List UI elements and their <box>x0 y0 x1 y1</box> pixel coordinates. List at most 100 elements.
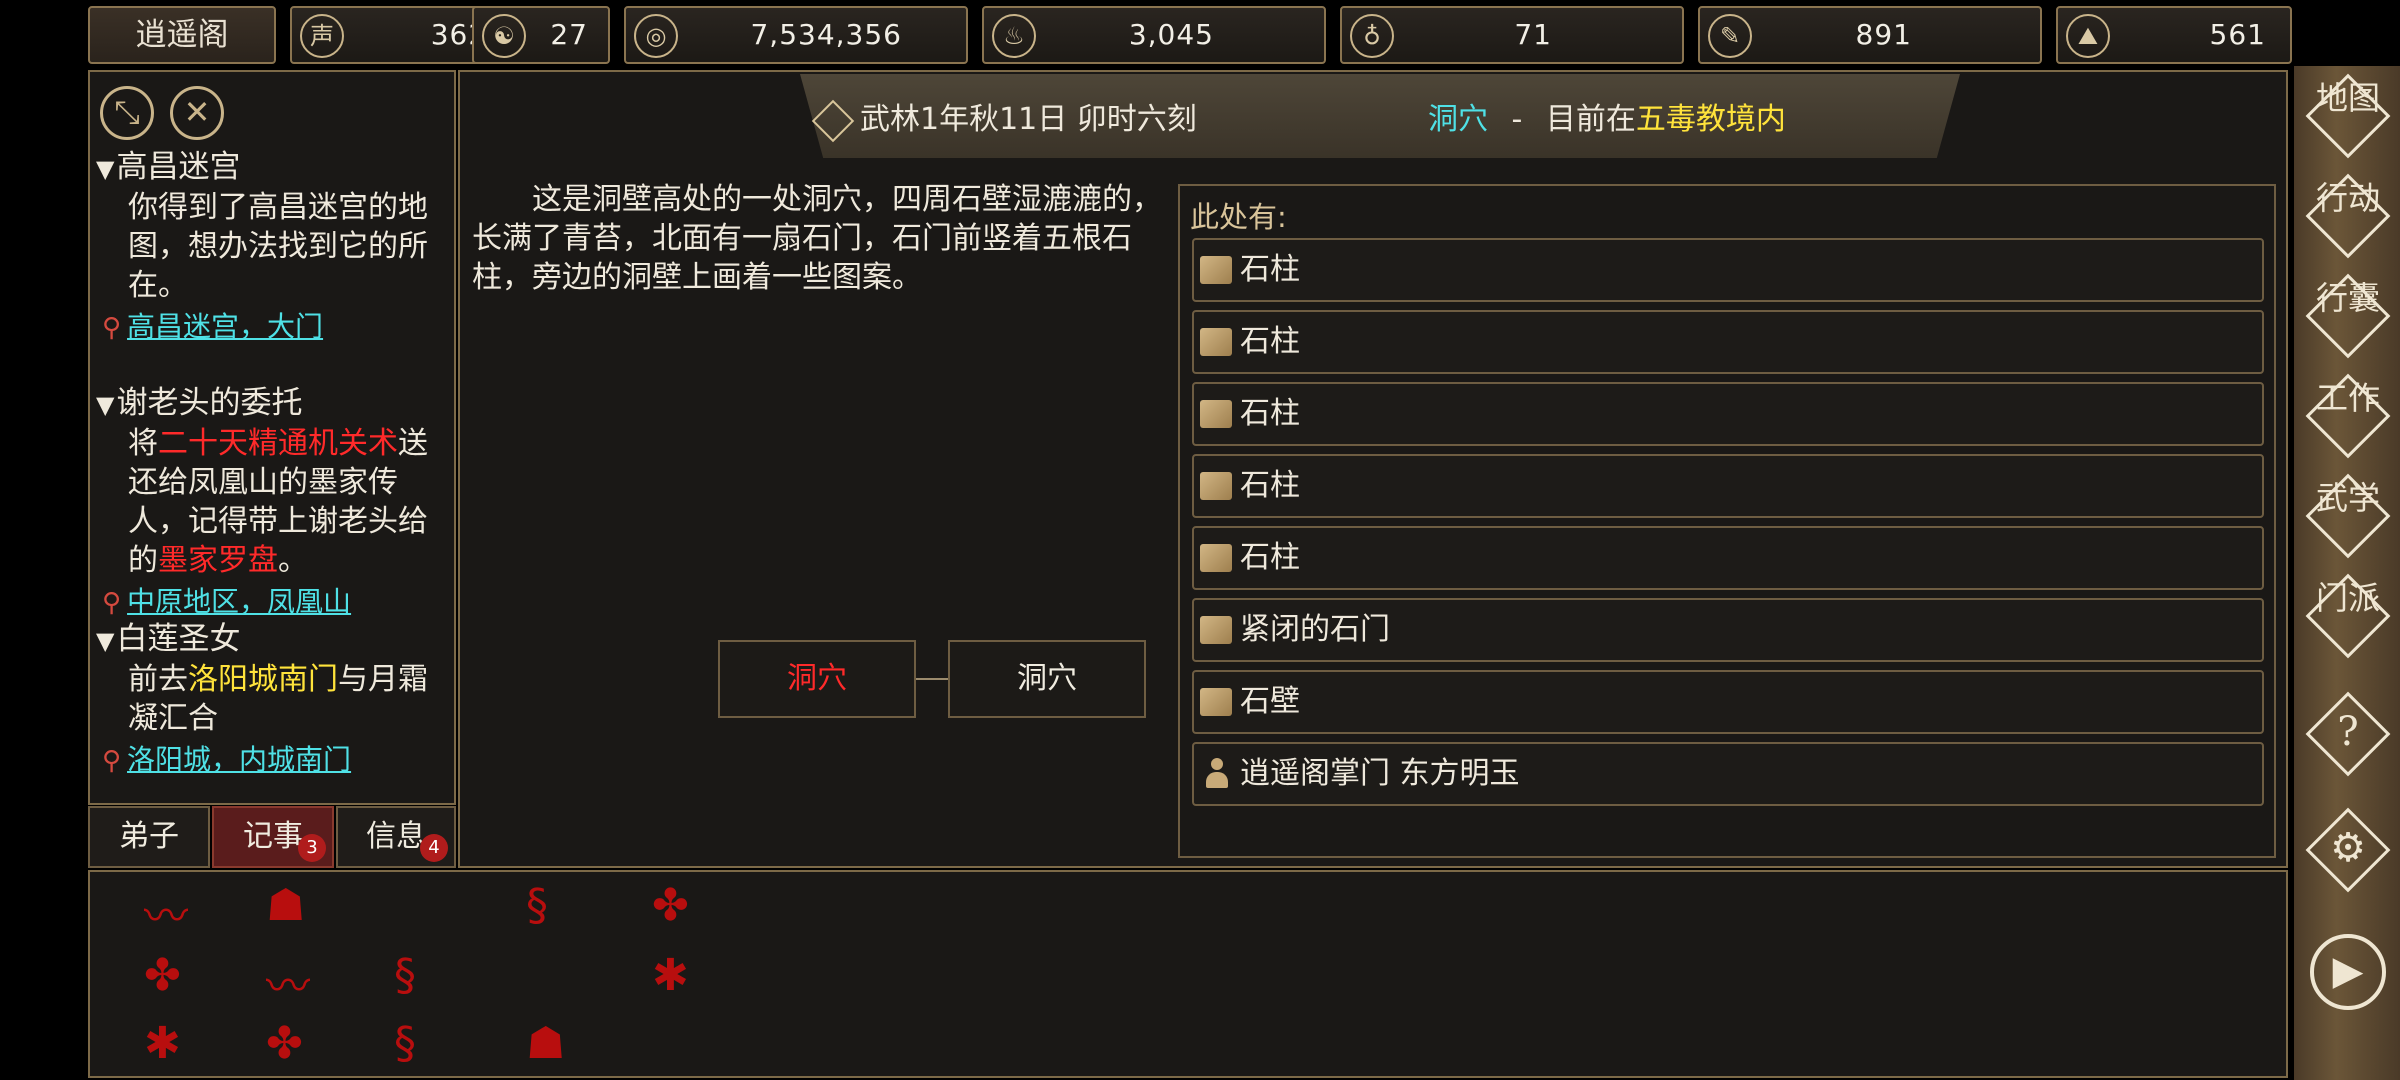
calendar-diamond-icon <box>811 99 855 142</box>
quest-location-link[interactable]: 高昌迷宫，大门 <box>127 310 323 343</box>
box-icon <box>1200 472 1232 500</box>
object-item[interactable]: 石壁 <box>1192 670 2264 734</box>
collapse-button[interactable]: ⤡ <box>100 86 154 140</box>
help-icon: ? <box>2337 709 2359 755</box>
box-icon <box>1200 328 1232 356</box>
quest-panel: ⤡ ✕ ▼高昌迷宫 你得到了高昌迷宫的地图，想办法找到它的所在。 ⚲ 高昌迷宫，大… <box>88 70 456 805</box>
toad-icon[interactable]: ☗ <box>266 880 305 931</box>
date-display: 武林1年秋11日 卯时六刻 <box>811 94 1197 142</box>
settings-button[interactable]: ⚙ <box>2305 807 2391 893</box>
snake-icon[interactable]: § <box>394 1018 416 1069</box>
menu-map-button[interactable]: 地图 <box>2305 73 2391 159</box>
person-icon <box>1206 758 1228 790</box>
scorpion-icon[interactable]: ✤ <box>144 950 181 1001</box>
menu-action-button[interactable]: 行动 <box>2305 173 2391 259</box>
box-icon <box>1200 688 1232 716</box>
box-icon <box>1200 400 1232 428</box>
reputation-icon: 声 <box>300 14 344 58</box>
menu-martial-arts-button[interactable]: 武学 <box>2305 473 2391 559</box>
journal-count-badge: 3 <box>298 834 326 862</box>
scorpion-icon[interactable]: ✤ <box>652 880 689 931</box>
close-icon: ✕ <box>183 93 211 131</box>
right-menu: 地图 行动 行囊 工作 武学 门派 ? ⚙ ▶ <box>2294 66 2400 1080</box>
resource-materials[interactable]: ✎ 891 <box>1698 6 2042 64</box>
sect-name-button[interactable]: 逍遥阁 <box>88 6 276 64</box>
map-node-current[interactable]: 洞穴 <box>718 640 916 718</box>
food-value: 3,045 <box>1128 18 1214 51</box>
quest-description: 前去洛阳城南门与月霜凝汇合 <box>128 662 428 736</box>
object-item[interactable]: 石柱 <box>1192 382 2264 446</box>
quest-title[interactable]: ▼高昌迷宫 <box>96 148 452 188</box>
expand-triangle-icon: ▼ <box>96 155 115 183</box>
quest-location[interactable]: ⚲ 洛阳城，内城南门 <box>96 738 452 783</box>
yin-yang-icon: ☯ <box>482 14 526 58</box>
quest-location[interactable]: ⚲ 高昌迷宫，大门 <box>96 305 452 350</box>
current-place: 洞穴 <box>1428 102 1488 137</box>
scorpion-icon[interactable]: ✤ <box>266 1018 303 1069</box>
quest-location-link[interactable]: 中原地区，凤凰山 <box>127 585 351 618</box>
yin-yang-value: 27 <box>550 18 588 51</box>
close-button[interactable]: ✕ <box>170 86 224 140</box>
tab-disciples[interactable]: 弟子 <box>88 806 210 868</box>
quest-item: ▼白莲圣女 前去洛阳城南门与月霜凝汇合 ⚲ 洛阳城，内城南门 <box>96 620 452 783</box>
quest-location-link[interactable]: 洛阳城，内城南门 <box>127 743 351 776</box>
collapse-arrows-icon: ⤡ <box>114 93 140 131</box>
scroll-icon: ✎ <box>1708 14 1752 58</box>
resource-food[interactable]: ♨ 3,045 <box>982 6 1326 64</box>
centipede-icon[interactable]: 〰 <box>266 950 310 1014</box>
centipede-icon[interactable]: 〰 <box>144 880 188 944</box>
play-icon: ▶ <box>2332 948 2364 994</box>
quest-description: 你得到了高昌迷宫的地图，想办法找到它的所在。 <box>128 190 428 303</box>
object-item[interactable]: 石柱 <box>1192 526 2264 590</box>
medicine-value: 71 <box>1514 18 1552 51</box>
resource-money[interactable]: ◎ 7,534,356 <box>624 6 968 64</box>
coin-icon: ◎ <box>634 14 678 58</box>
quest-description: 将二十天精通机关术送还给凤凰山的墨家传人，记得带上谢老头给的墨家罗盘。 <box>128 426 428 578</box>
snake-icon[interactable]: § <box>526 880 548 931</box>
toad-icon[interactable]: ☗ <box>526 1018 565 1069</box>
resource-medicine[interactable]: ♁ 71 <box>1340 6 1684 64</box>
objects-heading: 此处有: <box>1190 200 1287 234</box>
quest-location[interactable]: ⚲ 中原地区，凤凰山 <box>96 580 452 625</box>
location-display: 洞穴 - 目前在五毒教境内 <box>1428 94 1786 138</box>
materials-value: 891 <box>1855 18 1912 51</box>
gear-icon: ⚙ <box>2330 825 2366 871</box>
map-node[interactable]: 洞穴 <box>948 640 1146 718</box>
play-button[interactable]: ▶ <box>2310 934 2386 1010</box>
current-region: 五毒教境内 <box>1635 102 1786 137</box>
tab-journal[interactable]: 记事 3 <box>212 806 334 868</box>
location-pin-icon: ⚲ <box>102 313 122 343</box>
object-item[interactable]: 石柱 <box>1192 238 2264 302</box>
region-prefix: 目前在 <box>1545 102 1636 137</box>
expand-triangle-icon: ▼ <box>96 391 115 419</box>
quest-title[interactable]: ▼谢老头的委托 <box>96 384 452 424</box>
object-item[interactable]: 石柱 <box>1192 310 2264 374</box>
stone-value: 561 <box>2209 18 2266 51</box>
header-separator: - <box>1511 102 1523 137</box>
location-pin-icon: ⚲ <box>102 588 122 618</box>
expand-triangle-icon: ▼ <box>96 627 115 655</box>
object-item[interactable]: 石柱 <box>1192 454 2264 518</box>
spider-icon[interactable]: ✱ <box>144 1018 181 1069</box>
spider-icon[interactable]: ✱ <box>652 950 689 1001</box>
quest-item: ▼谢老头的委托 将二十天精通机关术送还给凤凰山的墨家传人，记得带上谢老头给的墨家… <box>96 384 452 625</box>
food-bowl-icon: ♨ <box>992 14 1036 58</box>
money-value: 7,534,356 <box>750 18 902 51</box>
tab-messages[interactable]: 信息 4 <box>336 806 456 868</box>
npc-item[interactable]: 逍遥阁掌门 东方明玉 <box>1192 742 2264 806</box>
location-description: 这是洞壁高处的一处洞穴，四周石壁湿漉漉的，长满了青苔，北面有一扇石门，石门前竖着… <box>472 182 1162 295</box>
sect-name-label: 逍遥阁 <box>135 17 229 53</box>
menu-work-button[interactable]: 工作 <box>2305 373 2391 459</box>
menu-sect-button[interactable]: 门派 <box>2305 573 2391 659</box>
gourd-icon: ♁ <box>1350 14 1394 58</box>
resource-stone[interactable]: ⛰ 561 <box>2056 6 2292 64</box>
menu-inventory-button[interactable]: 行囊 <box>2305 273 2391 359</box>
resource-yin-yang-points[interactable]: ☯ 27 <box>472 6 610 64</box>
objects-list: 此处有: 石柱 石柱 石柱 石柱 石柱 紧闭的石门 石壁 逍遥阁掌门 东方明玉 <box>1178 184 2276 858</box>
snake-icon[interactable]: § <box>394 950 416 1001</box>
box-icon <box>1200 544 1232 572</box>
quest-title[interactable]: ▼白莲圣女 <box>96 620 452 660</box>
object-item[interactable]: 紧闭的石门 <box>1192 598 2264 662</box>
help-button[interactable]: ? <box>2305 691 2391 777</box>
quest-item: ▼高昌迷宫 你得到了高昌迷宫的地图，想办法找到它的所在。 ⚲ 高昌迷宫，大门 <box>96 148 452 350</box>
